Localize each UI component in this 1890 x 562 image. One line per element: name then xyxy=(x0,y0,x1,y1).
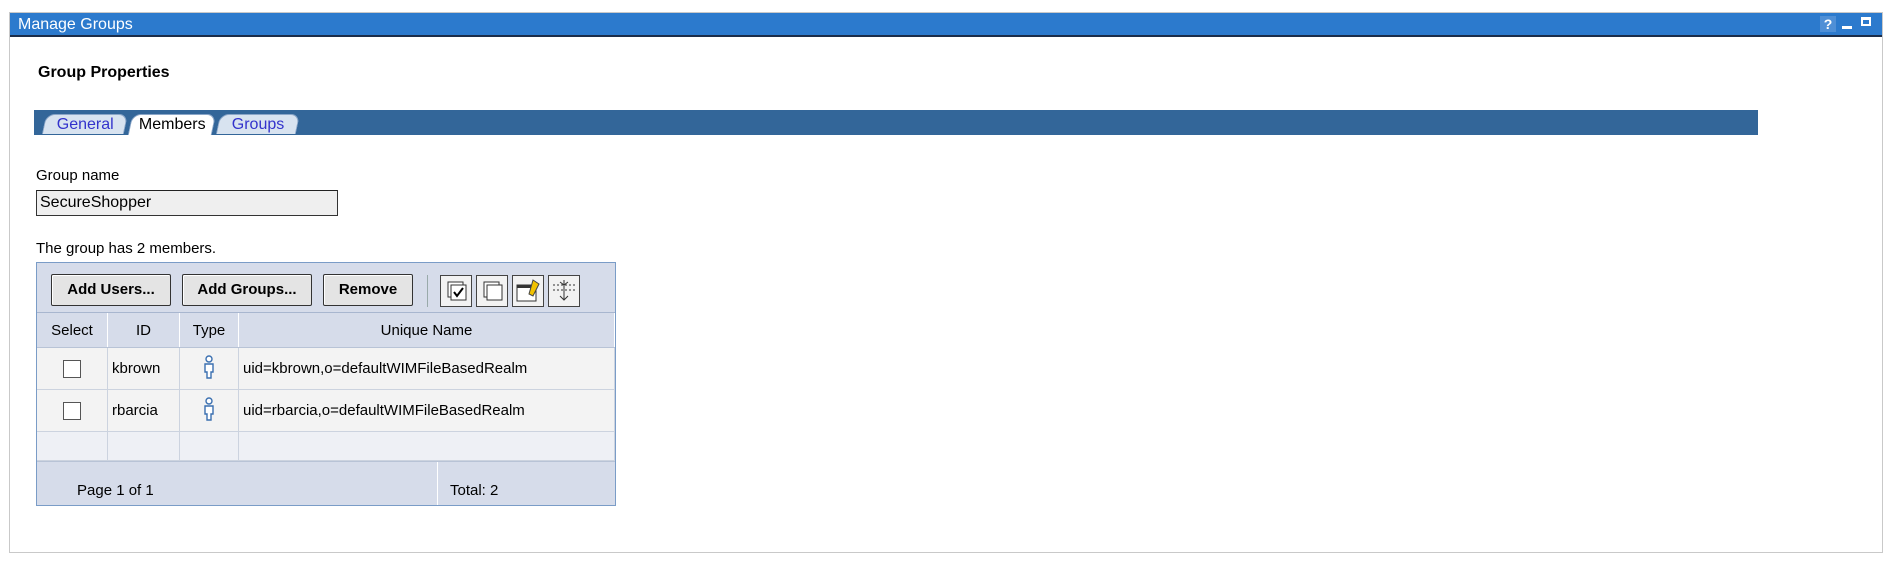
empty-cell xyxy=(37,431,108,461)
tab-groups[interactable]: Groups xyxy=(215,114,301,134)
deselect-all-icon[interactable] xyxy=(476,275,508,307)
section-title: Group Properties xyxy=(38,64,170,81)
row-checkbox[interactable] xyxy=(63,401,81,420)
remove-button[interactable]: Remove xyxy=(323,274,413,306)
id-cell: kbrown xyxy=(107,347,180,390)
tab-general-label: General xyxy=(56,116,114,133)
user-icon xyxy=(204,396,214,421)
column-id[interactable]: ID xyxy=(107,313,180,348)
row-checkbox[interactable] xyxy=(63,359,81,378)
id-cell: rbarcia xyxy=(107,389,180,432)
window-title: Manage Groups xyxy=(18,16,133,33)
user-icon xyxy=(204,354,214,379)
select-cell xyxy=(37,389,108,432)
column-select[interactable]: Select xyxy=(37,313,108,348)
tab-general[interactable]: General xyxy=(41,114,129,134)
tab-bar: General Members Groups xyxy=(34,110,1758,135)
group-name-field[interactable] xyxy=(36,190,338,216)
members-table: Add Users... Add Groups... Remove Select… xyxy=(36,262,616,506)
select-all-icon[interactable] xyxy=(440,275,472,307)
table-row: kbrown uid=kbrown,o=defaultWIMFileBasedR… xyxy=(37,347,615,390)
add-groups-button[interactable]: Add Groups... xyxy=(182,274,312,306)
minimize-icon[interactable] xyxy=(1839,16,1855,32)
column-unique-name[interactable]: Unique Name xyxy=(238,313,615,348)
members-grid: Select ID Type Unique Name kbrown uid=kb… xyxy=(37,313,615,461)
show-filter-icon[interactable] xyxy=(512,275,544,307)
clear-filter-icon[interactable] xyxy=(548,275,580,307)
unique-name-cell: uid=kbrown,o=defaultWIMFileBasedRealm xyxy=(238,347,615,390)
help-icon[interactable]: ? xyxy=(1820,16,1836,32)
members-summary: The group has 2 members. xyxy=(36,240,217,257)
toolbar-separator xyxy=(427,275,428,307)
page-info: Page 1 of 1 xyxy=(77,482,154,499)
table-footer: Page 1 of 1 Total: 2 xyxy=(37,461,615,505)
table-row: rbarcia uid=rbarcia,o=defaultWIMFileBase… xyxy=(37,389,615,432)
empty-cell xyxy=(238,431,615,461)
empty-row xyxy=(37,431,615,461)
total-count: Total: 2 xyxy=(450,482,499,499)
unique-name-cell: uid=rbarcia,o=defaultWIMFileBasedRealm xyxy=(238,389,615,432)
type-cell xyxy=(179,347,239,390)
table-toolbar: Add Users... Add Groups... Remove xyxy=(37,263,615,313)
title-bar: Manage Groups ? xyxy=(10,13,1882,37)
table-header-row: Select ID Type Unique Name xyxy=(37,313,615,348)
type-cell xyxy=(179,389,239,432)
title-bar-controls: ? xyxy=(1820,16,1874,32)
group-name-label: Group name xyxy=(36,167,120,184)
empty-cell xyxy=(179,431,239,461)
footer-divider xyxy=(437,462,438,505)
tab-members-label: Members xyxy=(138,116,206,133)
add-users-button[interactable]: Add Users... xyxy=(51,274,171,306)
tab-members[interactable]: Members xyxy=(127,114,217,135)
select-cell xyxy=(37,347,108,390)
maximize-icon[interactable] xyxy=(1858,16,1874,32)
empty-cell xyxy=(107,431,180,461)
column-type[interactable]: Type xyxy=(179,313,239,348)
tab-groups-label: Groups xyxy=(231,116,285,133)
